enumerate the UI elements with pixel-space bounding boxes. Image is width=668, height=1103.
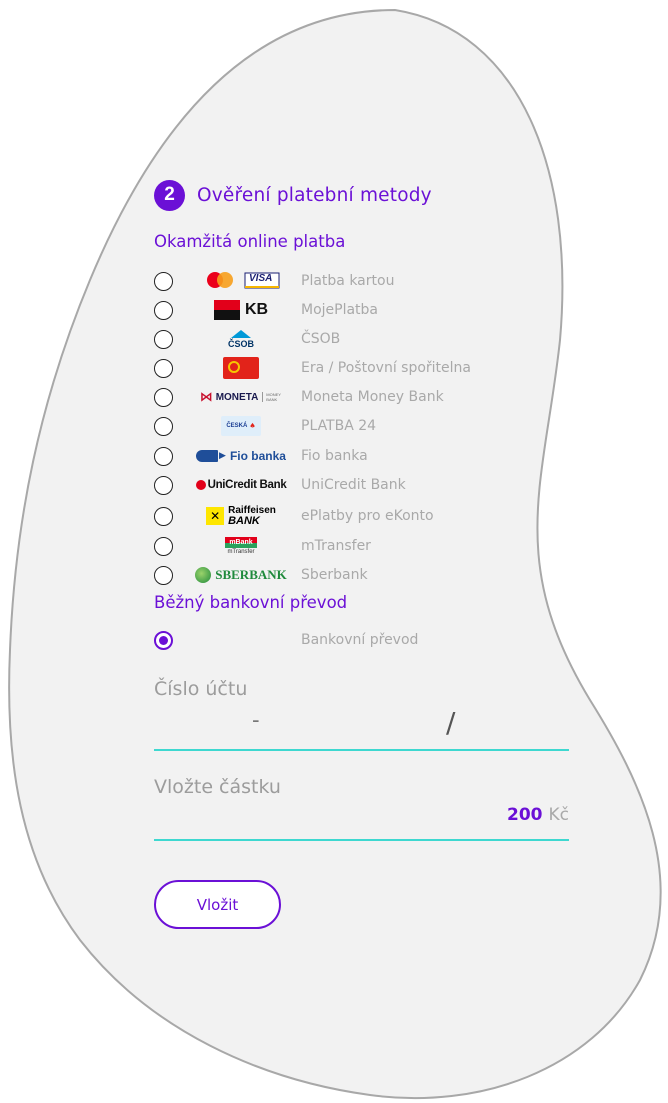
payment-method-moneta[interactable]: ⋈ MONETA MONEY BANK Moneta Money Bank — [154, 384, 444, 410]
radio-bank-transfer[interactable] — [154, 630, 173, 650]
payment-method-mbank[interactable]: mBank mTransfer mTransfer — [154, 533, 371, 559]
payment-method-csob[interactable]: ČSOB ČSOB — [154, 326, 340, 352]
ceska-logo-text: ČESKÁ — [226, 423, 248, 429]
method-label-sberbank: Sberbank — [301, 567, 368, 583]
visa-logo-text: VISA — [249, 273, 273, 284]
csob-logo: ČSOB — [182, 326, 300, 352]
moneta-bowtie-icon: ⋈ — [199, 389, 213, 405]
method-label-platba24: PLATBA 24 — [301, 418, 377, 434]
mbank-logo-subtext: mTransfer — [227, 548, 255, 555]
amount-value: 200 — [507, 805, 543, 825]
moneta-logo-subtext: MONEY BANK — [262, 392, 282, 402]
radio-moneta[interactable] — [154, 387, 173, 407]
method-label-era: Era / Poštovní spořitelna — [301, 360, 471, 376]
section-title-online: Okamžitá online platba — [154, 232, 346, 251]
account-bank-code-separator: / — [446, 706, 456, 739]
payment-method-bank-transfer[interactable]: Bankovní převod — [154, 627, 418, 653]
amount-input[interactable]: 200 Kč — [420, 805, 569, 825]
csob-hat-icon — [231, 330, 251, 338]
radio-fio[interactable] — [154, 446, 173, 466]
step-title: Ověření platební metody — [197, 184, 432, 206]
account-prefix-separator: - — [252, 708, 260, 732]
radio-unicredit[interactable] — [154, 475, 173, 495]
method-label-bank-transfer: Bankovní převod — [301, 632, 419, 648]
kb-logo: KB — [182, 297, 300, 323]
radio-card[interactable] — [154, 271, 173, 291]
radio-platba24[interactable] — [154, 416, 173, 436]
payment-method-era[interactable]: Era / Poštovní spořitelna — [154, 355, 471, 381]
mastercard-visa-logo: VISA — [182, 268, 300, 294]
amount-currency: Kč — [548, 805, 570, 825]
payment-method-sberbank[interactable]: SBERBANK Sberbank — [154, 562, 368, 588]
payment-method-kb[interactable]: KB MojePlatba — [154, 297, 378, 323]
raiffeisen-logo-subtext: BANK — [228, 515, 260, 527]
sberbank-logo: SBERBANK — [182, 562, 300, 588]
method-label-moneta: Moneta Money Bank — [301, 389, 444, 405]
section-title-transfer: Běžný bankovní převod — [154, 593, 348, 612]
method-label-card: Platba kartou — [301, 273, 395, 289]
moneta-logo-text: MONETA — [215, 391, 259, 403]
raiffeisen-gable-icon: ✕ — [206, 507, 225, 525]
fio-logo-text: Fio banka — [229, 449, 286, 463]
payment-method-raiffeisen[interactable]: ✕ Raiffeisen BANK ePlatby pro eKonto — [154, 503, 434, 529]
method-label-raiffeisen: ePlatby pro eKonto — [301, 508, 434, 524]
method-label-fio: Fio banka — [301, 448, 368, 464]
mbank-logo: mBank mTransfer — [182, 533, 300, 559]
radio-kb[interactable] — [154, 300, 173, 320]
account-number-label: Číslo účtu — [154, 678, 248, 700]
amount-label: Vložte částku — [154, 776, 281, 798]
method-label-unicredit: UniCredit Bank — [301, 477, 406, 493]
submit-button[interactable]: Vložit — [154, 880, 281, 929]
step-header: 2 Ověření platební metody — [154, 178, 432, 212]
radio-csob[interactable] — [154, 329, 173, 349]
moneta-logo: ⋈ MONETA MONEY BANK — [182, 384, 300, 410]
radio-raiffeisen[interactable] — [154, 506, 173, 526]
sberbank-mark-icon — [195, 567, 212, 583]
method-label-mbank: mTransfer — [301, 538, 371, 554]
payment-method-card[interactable]: VISA Platba kartou — [154, 268, 394, 294]
unicredit-mark-icon — [195, 480, 206, 490]
radio-mbank[interactable] — [154, 536, 173, 556]
fio-logo: ▶ Fio banka — [182, 443, 300, 469]
unicredit-logo: UniCredit Bank — [182, 472, 300, 498]
method-label-csob: ČSOB — [301, 331, 341, 347]
ceska-sporitelna-logo: ČESKÁ ♠ — [182, 413, 300, 439]
ceska-sign-icon: ♠ — [249, 422, 256, 430]
step-number-badge: 2 — [154, 179, 185, 211]
radio-sberbank[interactable] — [154, 565, 173, 585]
mbank-logo-text: mBank — [225, 536, 257, 548]
amount-input-underline[interactable] — [154, 839, 569, 841]
payment-panel: 2 Ověření platební metody Okamžitá onlin… — [0, 0, 668, 1103]
sberbank-logo-text: SBERBANK — [215, 567, 287, 582]
era-logo — [182, 355, 300, 381]
payment-method-unicredit[interactable]: UniCredit Bank UniCredit Bank — [154, 472, 406, 498]
payment-method-platba24[interactable]: ČESKÁ ♠ PLATBA 24 — [154, 413, 376, 439]
csob-logo-text: ČSOB — [227, 339, 254, 349]
raiffeisen-logo: ✕ Raiffeisen BANK — [182, 503, 300, 529]
unicredit-logo-text: UniCredit Bank — [207, 479, 287, 491]
method-label-kb: MojePlatba — [301, 302, 379, 318]
payment-method-fio[interactable]: ▶ Fio banka Fio banka — [154, 443, 368, 469]
fio-arrow-icon — [196, 450, 219, 462]
account-number-input-underline[interactable] — [154, 749, 569, 751]
kb-flag-icon — [213, 300, 240, 320]
radio-era[interactable] — [154, 358, 173, 378]
kb-logo-text: KB — [244, 301, 269, 318]
